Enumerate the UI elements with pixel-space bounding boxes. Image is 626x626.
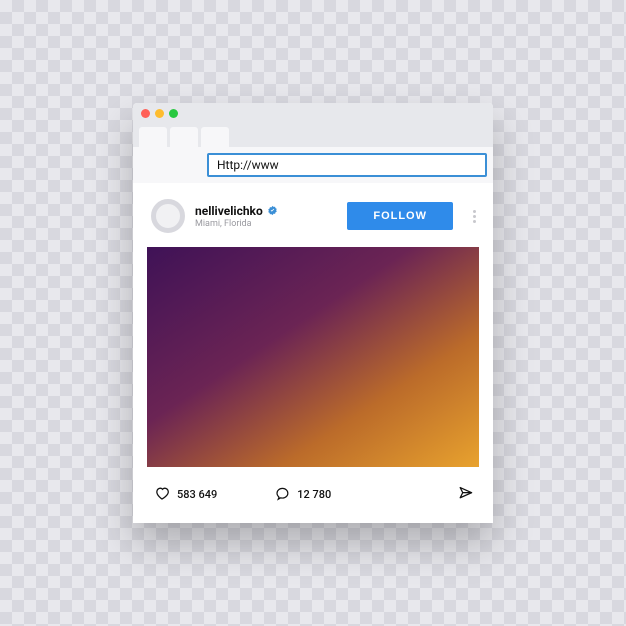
location: Miami, Florida [195, 219, 337, 229]
heart-icon[interactable] [153, 485, 171, 503]
verified-icon [267, 205, 278, 216]
more-options-icon[interactable] [463, 210, 479, 223]
address-text: Http://www [217, 158, 279, 172]
follow-button[interactable]: FOLLOW [347, 202, 453, 230]
comments-count: 12 780 [297, 488, 331, 501]
post-actions: 583 649 12 780 [133, 477, 493, 523]
close-icon[interactable] [141, 109, 150, 118]
page-content: nellivelichko Miami, Florida FOLLOW [133, 183, 493, 523]
maximize-icon[interactable] [169, 109, 178, 118]
username[interactable]: nellivelichko [195, 204, 263, 218]
avatar[interactable] [151, 199, 185, 233]
browser-tab[interactable] [170, 127, 198, 147]
address-input[interactable]: Http://www [207, 153, 487, 177]
likes-count: 583 649 [177, 488, 217, 501]
comment-icon[interactable] [273, 485, 291, 503]
share-icon[interactable] [457, 485, 475, 503]
post-image[interactable] [147, 247, 479, 467]
browser-tabbar [133, 123, 493, 147]
browser-tab[interactable] [139, 127, 167, 147]
minimize-icon[interactable] [155, 109, 164, 118]
post-header: nellivelichko Miami, Florida FOLLOW [133, 189, 493, 247]
address-row: Http://www [133, 147, 493, 183]
window-titlebar [133, 103, 493, 123]
browser-tab[interactable] [201, 127, 229, 147]
user-info: nellivelichko Miami, Florida [195, 204, 337, 229]
browser-window: Http://www nellivelichko Miami, Florida … [133, 103, 493, 523]
